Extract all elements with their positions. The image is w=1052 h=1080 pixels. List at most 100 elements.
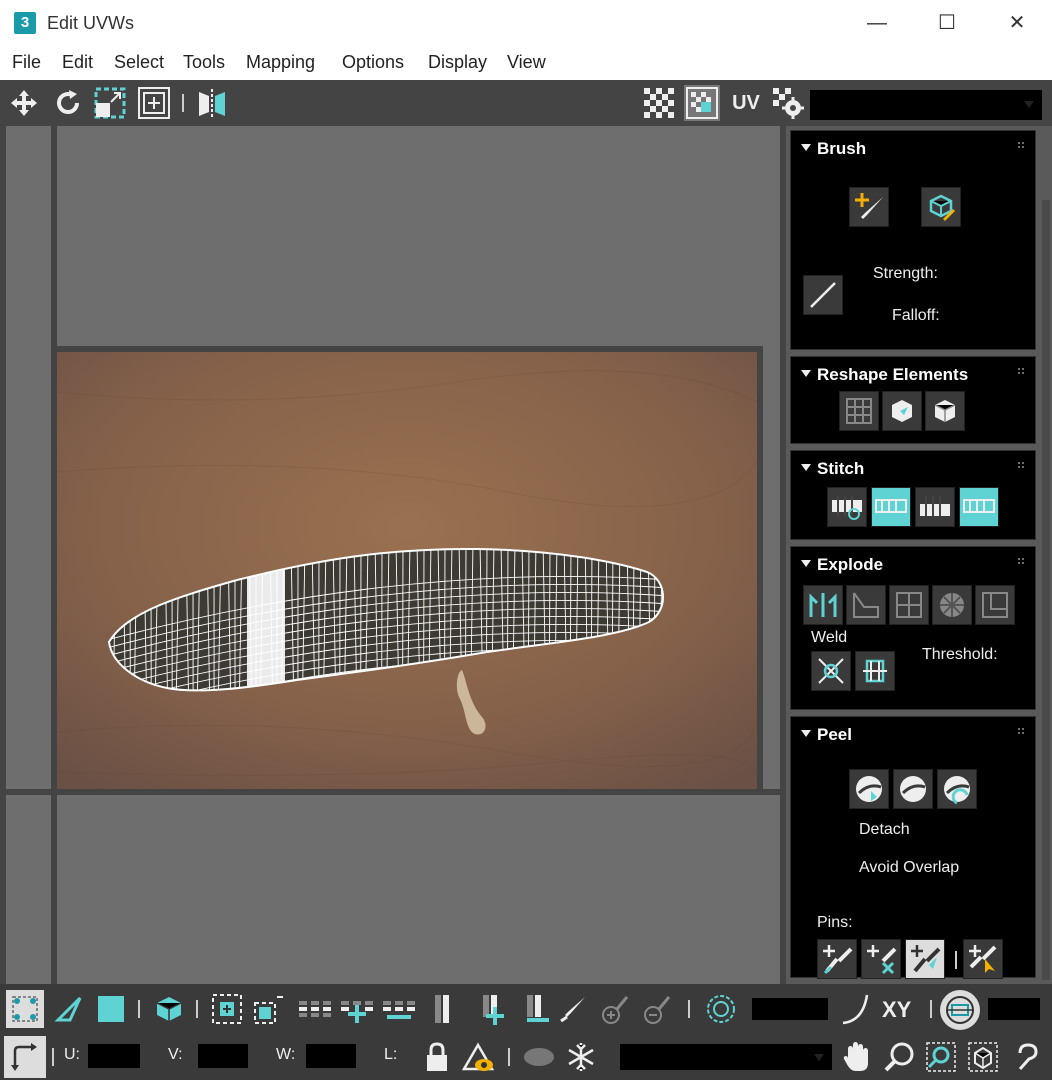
auto-pin-icon[interactable] (905, 939, 945, 979)
shrink-selection-icon[interactable] (250, 990, 288, 1028)
edge-mode-icon[interactable] (50, 990, 88, 1028)
flatten-by-polygon-angle-icon[interactable] (846, 585, 886, 625)
lock-icon[interactable] (420, 1038, 454, 1076)
falloff-label: Falloff: (892, 307, 940, 324)
collapse-arrow-icon[interactable] (801, 560, 811, 568)
filter-visibility-icon[interactable] (460, 1038, 498, 1076)
stitch-rollout: Stitch (790, 450, 1036, 540)
break-icon[interactable] (803, 585, 843, 625)
stitch-to-source-icon[interactable] (959, 487, 999, 527)
weld-selected-icon[interactable] (855, 651, 895, 691)
soft-selection-icon[interactable] (702, 990, 740, 1028)
u-value-field[interactable] (88, 1044, 140, 1068)
w-value-field[interactable] (306, 1044, 356, 1068)
element-select-icon[interactable] (940, 990, 980, 1030)
uv-mode-button[interactable]: UV (728, 85, 764, 121)
menu-tools[interactable]: Tools (183, 52, 225, 73)
mirror-icon[interactable] (194, 85, 230, 121)
grow-selection-icon[interactable] (208, 990, 246, 1028)
select-pins-icon[interactable] (963, 939, 1003, 979)
scale-icon[interactable] (92, 85, 128, 121)
straighten-selection-icon[interactable] (839, 391, 879, 431)
transform-options-icon[interactable] (4, 1036, 46, 1078)
checker-pattern-icon[interactable] (641, 85, 677, 121)
loop-icon[interactable] (296, 990, 334, 1028)
face-mode-icon[interactable] (92, 990, 130, 1028)
xy-button[interactable]: XY (882, 997, 911, 1023)
paint-select-add-icon[interactable] (596, 990, 634, 1028)
menu-mapping[interactable]: Mapping (246, 52, 315, 73)
freeze-icon[interactable] (562, 1038, 600, 1076)
flatten-by-material-id-icon[interactable] (932, 585, 972, 625)
panel-scrollbar[interactable] (1042, 200, 1050, 980)
pin-add-icon[interactable] (817, 939, 857, 979)
zoom-region-icon[interactable] (922, 1038, 960, 1076)
collapse-arrow-icon[interactable] (801, 144, 811, 152)
grip-icon[interactable] (1017, 557, 1025, 565)
selection-set-dropdown[interactable] (620, 1044, 832, 1070)
weld-target-icon[interactable] (811, 651, 851, 691)
rotate-icon[interactable] (50, 85, 86, 121)
pan-icon[interactable] (840, 1038, 874, 1076)
paint-select-remove-icon[interactable] (638, 990, 676, 1028)
menu-display[interactable]: Display (428, 52, 487, 73)
pin-remove-icon[interactable] (861, 939, 901, 979)
texture-dropdown[interactable] (810, 90, 1042, 120)
avoid-overlap-label: Avoid Overlap (859, 859, 960, 876)
menu-options[interactable]: Options (342, 52, 404, 73)
grip-icon[interactable] (1017, 141, 1025, 149)
move-icon[interactable] (6, 85, 42, 121)
menu-edit[interactable]: Edit (62, 52, 93, 73)
loop-shrink-icon[interactable] (380, 990, 418, 1028)
threshold-label: Threshold: (922, 646, 998, 663)
v-value-field[interactable] (198, 1044, 248, 1068)
close-button[interactable]: ✕ (982, 0, 1052, 46)
collapse-arrow-icon[interactable] (801, 370, 811, 378)
hide-icon[interactable] (520, 1038, 558, 1076)
ring-shrink-icon[interactable] (516, 990, 554, 1028)
brush-falloff-curve-icon[interactable] (803, 275, 843, 315)
peel-mode-icon[interactable] (893, 769, 933, 809)
grip-icon[interactable] (1017, 727, 1025, 735)
separator (138, 1000, 140, 1018)
collapse-arrow-icon[interactable] (801, 464, 811, 472)
freeform-icon[interactable] (136, 85, 172, 121)
menu-file[interactable]: File (12, 52, 41, 73)
flatten-by-smoothing-groups-icon[interactable] (889, 585, 929, 625)
quick-peel-icon[interactable] (849, 769, 889, 809)
reset-peel-icon[interactable] (937, 769, 977, 809)
zoom-icon[interactable] (880, 1038, 918, 1076)
help-icon[interactable] (1008, 1038, 1048, 1076)
relax-settings-icon[interactable] (925, 391, 965, 431)
ring-icon[interactable] (424, 990, 462, 1028)
grip-icon[interactable] (1017, 461, 1025, 469)
grip-icon[interactable] (1017, 367, 1025, 375)
rollout-title: Brush (817, 139, 867, 158)
relax-brush-icon[interactable] (921, 187, 961, 227)
collapse-arrow-icon[interactable] (801, 730, 811, 738)
stitch-average-icon[interactable] (915, 487, 955, 527)
move-brush-icon[interactable] (849, 187, 889, 227)
falloff-curve-icon[interactable] (836, 990, 874, 1028)
element-mode-icon[interactable] (150, 990, 188, 1028)
zoom-extents-icon[interactable] (964, 1038, 1002, 1076)
relax-icon[interactable] (882, 391, 922, 431)
vertex-mode-icon[interactable] (6, 990, 44, 1028)
stitch-custom-icon[interactable] (827, 487, 867, 527)
v-label: V: (168, 1046, 183, 1063)
paint-select-icon[interactable] (554, 990, 592, 1028)
soft-selection-value-field[interactable] (752, 998, 828, 1020)
bake-texture-icon[interactable] (975, 585, 1015, 625)
settings-checker-icon[interactable] (770, 85, 806, 121)
menu-select[interactable]: Select (114, 52, 164, 73)
loop-grow-icon[interactable] (338, 990, 376, 1028)
menu-view[interactable]: View (507, 52, 546, 73)
minimize-button[interactable]: — (842, 0, 912, 46)
maximize-button[interactable]: ☐ (912, 0, 982, 46)
rollout-title: Stitch (817, 459, 865, 478)
show-map-icon[interactable] (684, 85, 720, 121)
title-bar: 3 Edit UVWs — ☐ ✕ (0, 0, 1052, 46)
stitch-to-target-icon[interactable] (871, 487, 911, 527)
ring-grow-icon[interactable] (472, 990, 510, 1028)
element-value-field[interactable] (988, 998, 1040, 1020)
